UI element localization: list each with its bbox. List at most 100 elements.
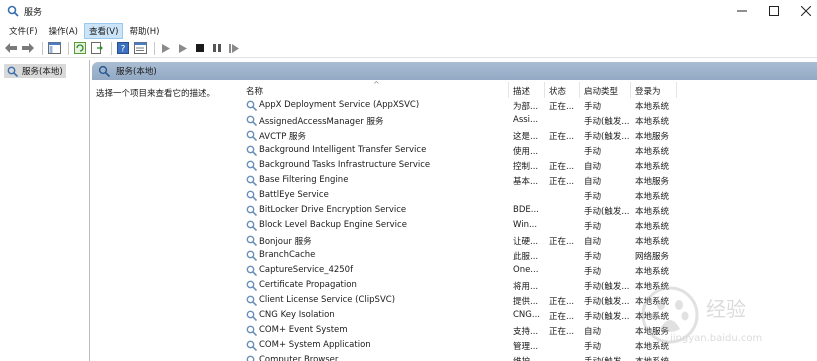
- service-name: Background Intelligent Transfer Service: [259, 145, 427, 155]
- service-row[interactable]: Base Filtering Engine 基本... 正在... 自动 本地服务: [236, 173, 817, 188]
- service-gear-icon: [246, 340, 257, 351]
- column-header-name[interactable]: 名称: [246, 85, 263, 97]
- menu-view[interactable]: 查看(V): [83, 22, 124, 39]
- service-gear-icon: [246, 325, 257, 336]
- export-list-button[interactable]: [90, 41, 104, 55]
- service-gear-icon: [246, 145, 257, 156]
- close-icon: [801, 6, 811, 16]
- service-log-on-as: 本地系统: [635, 267, 670, 277]
- service-startup-type: 手动(触发...: [584, 297, 630, 307]
- service-log-on-as: 网络服务: [635, 252, 670, 262]
- pause-service-button[interactable]: [210, 41, 224, 55]
- service-gear-icon: [246, 295, 257, 306]
- column-divider[interactable]: [508, 82, 509, 98]
- service-gear-icon: [246, 100, 257, 111]
- service-gear-icon: [246, 220, 257, 231]
- refresh-button[interactable]: [73, 41, 87, 55]
- minimize-icon: [737, 10, 747, 12]
- service-status: 正在...: [549, 327, 575, 337]
- play-icon: [179, 43, 187, 53]
- arrow-left-icon: [5, 43, 17, 53]
- service-status: 正在...: [549, 297, 575, 307]
- service-description: 此服...: [513, 252, 539, 262]
- console-tree-button[interactable]: [47, 41, 61, 55]
- column-divider[interactable]: [676, 82, 677, 98]
- service-row[interactable]: Background Intelligent Transfer Service 使…: [236, 143, 817, 158]
- column-header-log-on-as[interactable]: 登录为: [635, 85, 661, 97]
- service-row[interactable]: BattlEye Service 手动 本地系统: [236, 188, 817, 203]
- service-startup-type: 手动: [584, 102, 602, 112]
- sort-ascending-icon: ^: [373, 80, 380, 89]
- menu-help[interactable]: 帮助(H): [124, 23, 164, 39]
- service-row[interactable]: Block Level Backup Engine Service Win... 手…: [236, 218, 817, 233]
- tree-item-label: 服务(本地): [22, 67, 63, 77]
- service-description: 管理...: [513, 342, 539, 352]
- service-name: AssignedAccessManager 服务: [259, 117, 384, 127]
- column-header-description[interactable]: 描述: [513, 85, 530, 97]
- service-row[interactable]: AppX Deployment Service (AppXSVC) 为部... 正在…: [236, 98, 817, 113]
- properties-button[interactable]: [133, 41, 147, 55]
- service-status: 正在...: [549, 162, 575, 172]
- restart-service-button[interactable]: [227, 41, 241, 55]
- service-description: Win...: [513, 220, 538, 230]
- service-row[interactable]: AssignedAccessManager 服务 Assi... 手动(触发... 本…: [236, 113, 817, 128]
- svg-text:?: ?: [121, 45, 126, 55]
- forward-button[interactable]: [21, 41, 35, 55]
- service-description: 控制...: [513, 162, 539, 172]
- back-button[interactable]: [4, 41, 18, 55]
- help-button[interactable]: ?: [116, 41, 130, 55]
- service-log-on-as: 本地系统: [635, 207, 670, 217]
- menu-file[interactable]: 文件(F): [4, 23, 43, 39]
- service-name: BranchCache: [259, 250, 316, 260]
- column-header-startup-type[interactable]: 启动类型: [584, 85, 618, 97]
- column-divider[interactable]: [579, 82, 580, 98]
- toolbar-separator: [154, 41, 155, 55]
- service-row[interactable]: Background Tasks Infrastructure Service 控…: [236, 158, 817, 173]
- service-gear-icon: [246, 250, 257, 261]
- services-gear-icon: [7, 5, 19, 17]
- service-row[interactable]: Bonjour 服务 让硬... 正在... 自动 本地系统: [236, 233, 817, 248]
- service-name: Block Level Backup Engine Service: [259, 220, 407, 230]
- services-icon: [7, 66, 18, 77]
- help-icon: ?: [117, 42, 129, 54]
- service-startup-type: 手动(触发...: [584, 207, 630, 217]
- service-startup-type: 自动: [584, 177, 602, 187]
- service-description: BDE...: [513, 205, 539, 215]
- start-service-alt-button[interactable]: [176, 41, 190, 55]
- services-icon: [98, 65, 110, 77]
- service-description: 让硬...: [513, 237, 539, 247]
- close-button[interactable]: [789, 0, 817, 22]
- service-log-on-as: 本地系统: [635, 237, 670, 247]
- service-row[interactable]: CaptureService_4250f One... 手动 本地系统: [236, 263, 817, 278]
- service-log-on-as: 本地系统: [635, 117, 670, 127]
- column-divider[interactable]: [544, 82, 545, 98]
- service-description: CNG...: [513, 310, 540, 320]
- service-log-on-as: 本地系统: [635, 192, 670, 202]
- stop-service-button[interactable]: [193, 41, 207, 55]
- properties-icon: [133, 42, 147, 54]
- service-gear-icon: [246, 190, 257, 201]
- service-description: 为部...: [513, 102, 539, 112]
- menu-action[interactable]: 操作(A): [44, 23, 83, 39]
- maximize-icon: [769, 6, 779, 16]
- start-service-button[interactable]: [159, 41, 173, 55]
- column-divider[interactable]: [630, 82, 631, 98]
- service-row[interactable]: BranchCache 此服... 手动 网络服务: [236, 248, 817, 263]
- toolbar-separator: [68, 41, 69, 55]
- service-status: 正在...: [549, 102, 575, 112]
- service-gear-icon: [246, 310, 257, 321]
- service-status: 正在...: [549, 132, 575, 142]
- column-header-status[interactable]: 状态: [549, 85, 566, 97]
- toolbar-separator: [111, 41, 112, 55]
- service-row[interactable]: BitLocker Drive Encryption Service BDE...…: [236, 203, 817, 218]
- service-status: 正在...: [549, 312, 575, 322]
- minimize-button[interactable]: [725, 0, 759, 22]
- service-description: 这是...: [513, 132, 539, 142]
- service-startup-type: 手动: [584, 192, 602, 202]
- maximize-button[interactable]: [757, 0, 791, 22]
- service-row[interactable]: AVCTP 服务 这是... 正在... 手动(触发... 本地服务: [236, 128, 817, 143]
- service-name: COM+ System Application: [259, 340, 371, 350]
- console-tree-pane: 服务(本地): [0, 60, 90, 361]
- tree-item-services-local[interactable]: 服务(本地): [4, 64, 66, 78]
- service-status: 正在...: [549, 177, 575, 187]
